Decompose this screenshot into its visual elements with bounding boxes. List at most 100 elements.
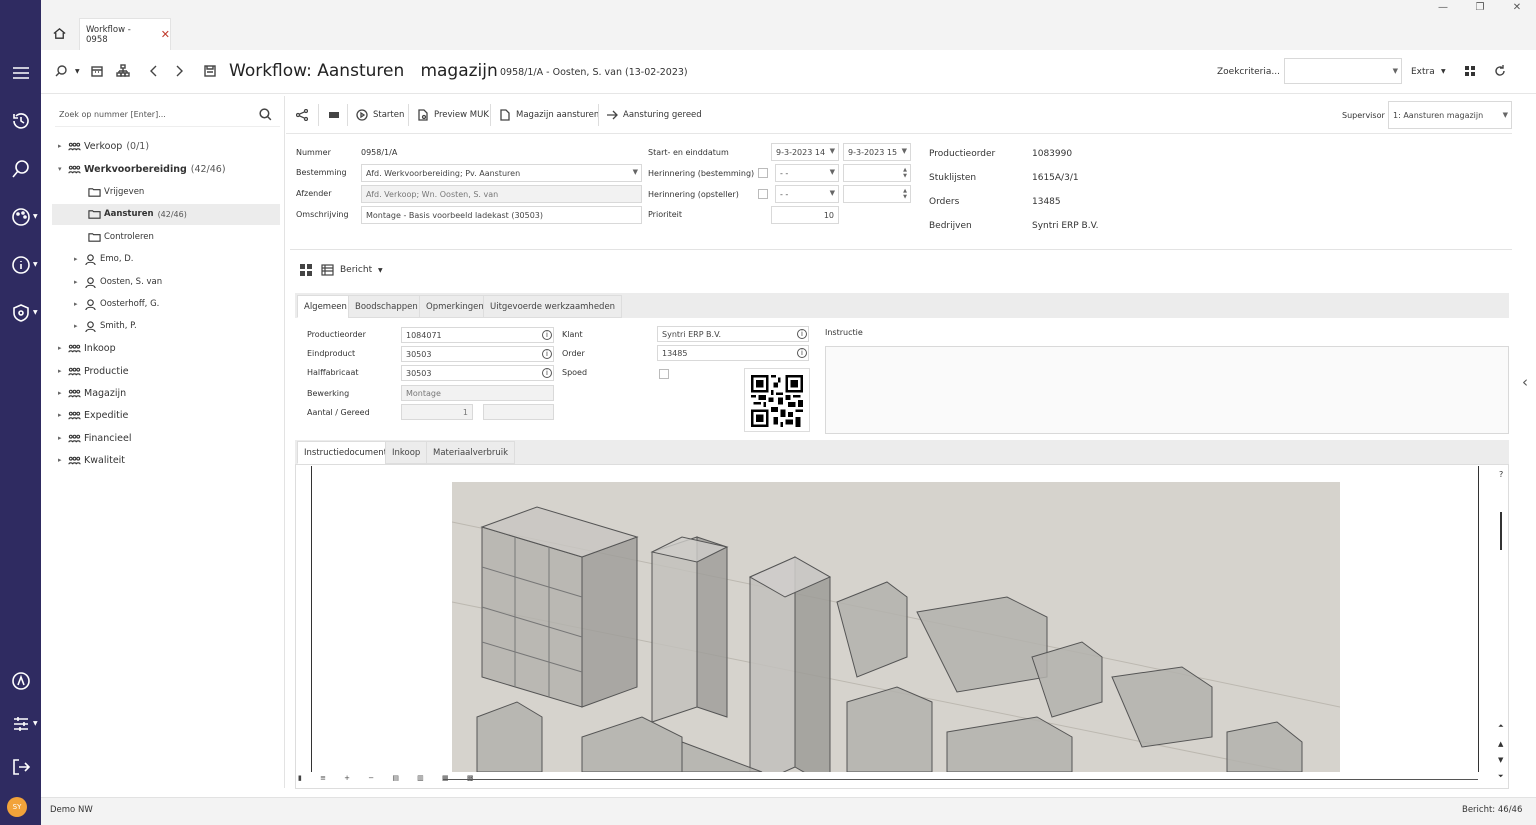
sidebar-item-aansturen[interactable]: Aansturen (42/46) <box>88 208 187 220</box>
omschrijving-field[interactable]: Montage - Basis voorbeeld ladekast (3050… <box>361 206 642 224</box>
herinnering-bestemming-checkbox[interactable] <box>758 168 768 178</box>
tab-uitgevoerde-werkzaamheden[interactable]: Uitgevoerde werkzaamheden <box>483 295 623 318</box>
history-icon[interactable] <box>6 108 36 134</box>
info-circle-icon[interactable]: i <box>542 349 552 359</box>
tab-materiaalverbruik[interactable]: Materiaalverbruik <box>426 441 516 464</box>
collapse-panel-icon[interactable]: ‹ <box>1522 373 1528 391</box>
info-circle-icon[interactable]: i <box>542 368 552 378</box>
magazijn-aansturen-button[interactable]: Magazijn aansturen <box>499 107 599 123</box>
sidebar-item-controleren[interactable]: Controleren <box>88 231 154 243</box>
aansturing-gereed-button[interactable]: Aansturing gereed <box>606 107 702 123</box>
herinnering-opsteller-date[interactable]: - - ▼ <box>775 185 839 203</box>
viewer-controls[interactable]: ▮ ≡ + − ▤ ▥ ▦ ▩ <box>298 774 1478 786</box>
info-orders-value[interactable]: 13485 <box>1032 197 1061 207</box>
productieorder-field[interactable]: 1084071 <box>401 327 554 343</box>
sidebar-item-magazijn[interactable]: ▸ Magazijn <box>58 387 126 399</box>
sidebar-item-kwaliteit[interactable]: ▸ Kwaliteit <box>58 454 125 466</box>
preview-muk-button[interactable]: Preview MUK <box>417 107 489 123</box>
tile-view-icon[interactable] <box>300 264 312 279</box>
search-icon[interactable] <box>258 107 273 122</box>
sidebar-item-smith[interactable]: ▸ Smith, P. <box>74 320 137 332</box>
spin-icon[interactable]: ▲ ▼ <box>903 167 907 179</box>
tab-workflow[interactable]: Workflow - 0958 ✕ <box>79 18 171 50</box>
scroll-bottom-icon[interactable]: ⏷ <box>1498 772 1504 781</box>
tab-boodschappen[interactable]: Boodschappen <box>348 295 425 318</box>
herinnering-bestemming-date[interactable]: - - ▼ <box>775 164 839 182</box>
supervisor-select[interactable]: 1: Aansturen magazijn ▼ <box>1388 101 1512 129</box>
menu-icon[interactable] <box>6 60 36 86</box>
end-date-field[interactable]: 9-3-2023 15 ▼ <box>843 143 911 161</box>
minimize-button[interactable]: — <box>1433 2 1453 16</box>
search-icon[interactable] <box>6 156 36 182</box>
sliders-icon[interactable] <box>6 711 36 737</box>
chevron-right-icon[interactable] <box>170 63 188 79</box>
scroll-down-icon[interactable]: ▼ <box>1498 756 1503 764</box>
info-stuklijsten-value[interactable]: 1615A/3/1 <box>1032 173 1079 183</box>
list-view-icon[interactable] <box>321 264 334 279</box>
tab-inkoop[interactable]: Inkoop <box>385 441 428 464</box>
spoed-checkbox[interactable] <box>659 369 669 379</box>
klant-field[interactable]: Syntri ERP B.V. <box>657 326 809 342</box>
prioriteit-field[interactable]: 10 <box>771 206 839 224</box>
home-icon[interactable] <box>52 26 70 42</box>
spin-icon[interactable]: ▲ ▼ <box>903 188 907 200</box>
help-icon[interactable]: ? <box>1499 470 1503 479</box>
sidebar-item-oosterhoff[interactable]: ▸ Oosterhoff, G. <box>74 298 159 310</box>
sidebar-item-productie[interactable]: ▸ Productie <box>58 365 129 377</box>
palette-icon[interactable] <box>6 204 36 230</box>
zoekcriteria-select[interactable]: ▼ <box>1284 58 1402 84</box>
info-bedrijven-value[interactable]: Syntri ERP B.V. <box>1032 221 1098 231</box>
save-icon[interactable] <box>201 63 219 79</box>
scroll-up-icon[interactable]: ▲ <box>1498 740 1503 748</box>
close-window-button[interactable]: ✕ <box>1507 2 1527 16</box>
halffabricaat-field[interactable]: 30503 <box>401 365 554 381</box>
sidebar-item-vrijgeven[interactable]: Vrijgeven <box>88 186 144 198</box>
instructie-textarea[interactable] <box>825 346 1509 434</box>
order-field[interactable]: 13485 <box>657 345 809 361</box>
chevron-down-icon[interactable]: ▼ <box>75 68 80 75</box>
calendar-icon[interactable] <box>88 63 106 79</box>
sidebar-item-oosten[interactable]: ▸ Oosten, S. van <box>74 276 162 288</box>
share-button[interactable] <box>296 107 313 123</box>
chevron-left-icon[interactable] <box>145 63 163 79</box>
sidebar-item-emo[interactable]: ▸ Emo, D. <box>74 253 134 265</box>
tab-algemeen[interactable]: Algemeen <box>297 295 354 318</box>
horizontal-scrollbar[interactable] <box>443 779 1478 780</box>
grid-icon[interactable] <box>1461 63 1479 79</box>
close-icon[interactable]: ✕ <box>161 28 170 41</box>
compass-icon[interactable] <box>6 668 36 694</box>
extra-menu[interactable]: Extra <box>1411 67 1435 77</box>
starten-button[interactable]: Starten <box>356 107 404 123</box>
herinnering-opsteller-checkbox[interactable] <box>758 189 768 199</box>
sidebar-item-expeditie[interactable]: ▸ Expeditie <box>58 409 128 421</box>
info-circle-icon[interactable]: i <box>542 330 552 340</box>
tab-opmerkingen[interactable]: Opmerkingen <box>419 295 491 318</box>
herinnering-opsteller-time[interactable]: ▲ ▼ <box>843 185 911 203</box>
sidebar-search[interactable]: Zoek op nummer [Enter]... <box>55 103 280 127</box>
sidebar-item-verkoop[interactable]: ▸ Verkoop (0/1) <box>58 140 149 152</box>
info-icon[interactable] <box>6 252 36 278</box>
refresh-icon[interactable] <box>1491 63 1509 79</box>
info-circle-icon[interactable]: i <box>797 348 807 358</box>
sidebar-item-werkvoorbereiding[interactable]: ▾ Werkvoorbereiding (42/46) <box>58 163 226 175</box>
hierarchy-icon[interactable] <box>114 63 132 79</box>
logout-icon[interactable] <box>6 754 36 780</box>
start-date-field[interactable]: 9-3-2023 14 ▼ <box>771 143 839 161</box>
sidebar-item-inkoop[interactable]: ▸ Inkoop <box>58 342 116 354</box>
eindproduct-field[interactable]: 30503 <box>401 346 554 362</box>
search-icon[interactable] <box>52 63 70 79</box>
bestemming-select[interactable]: Afd. Werkvoorbereiding; Pv. Aansturen ▼ <box>361 164 642 182</box>
scrollbar-thumb[interactable] <box>1500 512 1502 550</box>
bericht-dropdown[interactable]: Bericht <box>340 265 372 275</box>
sidebar-item-financieel[interactable]: ▸ Financieel <box>58 432 131 444</box>
herinnering-bestemming-time[interactable]: ▲ ▼ <box>843 164 911 182</box>
tab-instructiedocument[interactable]: Instructiedocument <box>297 441 395 464</box>
info-circle-icon[interactable]: i <box>797 329 807 339</box>
scroll-top-icon[interactable]: ⏶ <box>1498 722 1504 731</box>
info-productieorder-value[interactable]: 1083990 <box>1032 149 1072 159</box>
shield-icon[interactable] <box>6 300 36 326</box>
restore-button[interactable]: ❐ <box>1470 2 1490 16</box>
avatar[interactable]: SY <box>7 797 27 817</box>
search-input[interactable]: Zoek op nummer [Enter]... <box>59 110 166 119</box>
mail-button[interactable] <box>328 107 345 123</box>
